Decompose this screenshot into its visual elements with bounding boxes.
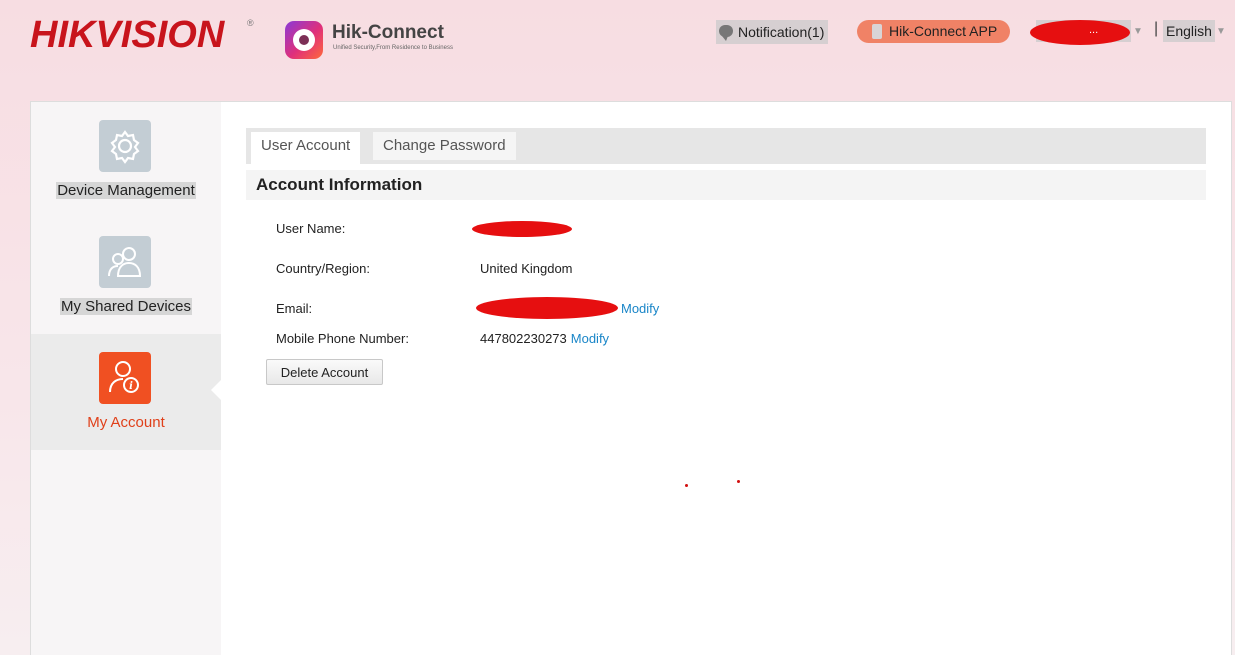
hik-connect-logo-icon xyxy=(285,21,323,59)
tab-change-password[interactable]: Change Password xyxy=(373,132,516,160)
chevron-down-icon[interactable]: ▼ xyxy=(1216,26,1226,37)
email-label: Email: xyxy=(276,301,313,316)
stray-dot xyxy=(737,480,740,483)
sidebar-item-device-management[interactable]: Device Management xyxy=(31,102,221,218)
logo-text-main: HIK xyxy=(30,14,96,56)
chat-bubble-icon xyxy=(719,25,733,41)
tab-user-account[interactable]: User Account xyxy=(251,132,361,164)
app-title-text: Hik-Connect xyxy=(332,22,444,43)
phone-icon xyxy=(872,24,882,39)
header: HIKVISION ® Hik-Connect Unified Security… xyxy=(0,0,1235,100)
stray-dot xyxy=(685,484,688,487)
sidebar-item-label: My Shared Devices xyxy=(31,298,221,315)
sidebar: Device Management My Shared Devices i My… xyxy=(31,102,221,655)
logo-text-rest: VISION xyxy=(95,14,225,56)
country-label: Country/Region: xyxy=(276,261,370,276)
language-selector[interactable]: English xyxy=(1163,20,1215,42)
email-modify-link[interactable]: Modify xyxy=(621,301,659,316)
section-title: Account Information xyxy=(246,170,1206,200)
country-value: United Kingdom xyxy=(480,261,573,276)
sidebar-item-label: Device Management xyxy=(31,182,221,199)
gear-icon xyxy=(99,120,151,172)
tab-bar: User Account Change Password xyxy=(246,128,1206,164)
redaction-mark xyxy=(476,297,618,319)
email-row: Modify xyxy=(617,301,659,316)
delete-account-button[interactable]: Delete Account xyxy=(266,359,383,385)
sidebar-item-my-shared-devices[interactable]: My Shared Devices xyxy=(31,218,221,334)
phone-label: Mobile Phone Number: xyxy=(276,331,409,346)
sidebar-item-my-account[interactable]: i My Account xyxy=(31,334,221,450)
registered-mark: ® xyxy=(247,18,254,28)
account-info-icon: i xyxy=(99,352,151,404)
main-panel: Device Management My Shared Devices i My… xyxy=(30,101,1232,655)
phone-value: 447802230273 xyxy=(480,331,567,346)
phone-row: 447802230273 Modify xyxy=(480,331,609,346)
svg-text:i: i xyxy=(129,381,133,392)
phone-modify-link[interactable]: Modify xyxy=(571,331,609,346)
users-icon xyxy=(99,236,151,288)
sidebar-item-label: My Account xyxy=(87,414,165,431)
user-name-label: User Name: xyxy=(276,221,346,236)
active-pointer xyxy=(211,380,221,400)
hikvision-logo[interactable]: HIKVISION xyxy=(30,14,224,57)
redaction-mark xyxy=(472,221,572,237)
header-separator: | xyxy=(1154,20,1159,37)
user-name-masked: ... xyxy=(1089,24,1099,36)
app-title: Hik-Connect xyxy=(332,22,444,44)
sidebar-label-text: Device Management xyxy=(56,182,196,199)
app-subtitle: Unified Security,From Residence to Busin… xyxy=(333,45,453,51)
chevron-down-icon[interactable]: ▼ xyxy=(1133,26,1143,37)
redaction-mark xyxy=(1030,20,1130,45)
sidebar-label-text: My Shared Devices xyxy=(59,298,193,315)
